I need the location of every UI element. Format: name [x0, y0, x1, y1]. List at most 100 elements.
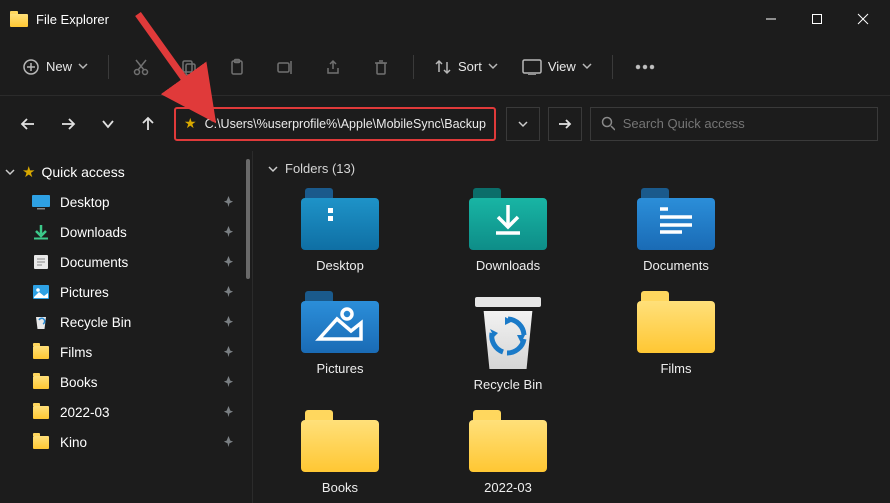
paste-button[interactable] [215, 49, 259, 85]
star-icon: ★ [184, 115, 197, 132]
pin-icon [223, 255, 234, 270]
pin-icon [223, 345, 234, 360]
sidebar-item-books[interactable]: Books [0, 367, 252, 397]
documents-icon [32, 254, 50, 270]
search-box[interactable] [590, 107, 878, 141]
chevron-down-icon [78, 58, 88, 76]
sidebar-item-label: 2022-03 [60, 405, 110, 420]
folder-icon [301, 410, 379, 472]
search-icon [601, 116, 615, 131]
content-pane: Folders (13) Desktop Downloads [253, 151, 890, 503]
folder-item-2022-03[interactable]: 2022-03 [453, 410, 563, 495]
folder-item-films[interactable]: Films [621, 291, 731, 392]
maximize-button[interactable] [794, 0, 840, 38]
pin-icon [223, 405, 234, 420]
pin-icon [223, 195, 234, 210]
divider [612, 55, 613, 79]
pictures-folder-icon [301, 291, 379, 353]
view-button[interactable]: View [512, 49, 602, 85]
sidebar-item-label: Downloads [60, 225, 127, 240]
share-button[interactable] [311, 49, 355, 85]
sidebar-item-label: Documents [60, 255, 128, 270]
folder-item-desktop[interactable]: Desktop [285, 188, 395, 273]
new-label: New [46, 59, 72, 74]
downloads-icon [32, 224, 50, 240]
recycle-icon [32, 314, 50, 330]
folder-item-documents[interactable]: Documents [621, 188, 731, 273]
item-label: Documents [643, 258, 709, 273]
sidebar-item-label: Films [60, 345, 92, 360]
up-button[interactable] [132, 108, 164, 140]
sidebar-item-kino[interactable]: Kino [0, 427, 252, 457]
item-label: 2022-03 [484, 480, 532, 495]
copy-button[interactable] [167, 49, 211, 85]
sidebar-item-2022-03[interactable]: 2022-03 [0, 397, 252, 427]
minimize-button[interactable] [748, 0, 794, 38]
chevron-down-icon [582, 58, 592, 76]
folder-item-downloads[interactable]: Downloads [453, 188, 563, 273]
recent-locations-button[interactable] [92, 108, 124, 140]
item-label: Films [660, 361, 691, 376]
address-dropdown-button[interactable] [506, 107, 540, 141]
folders-section-header[interactable]: Folders (13) [267, 161, 876, 176]
divider [413, 55, 414, 79]
sidebar-item-label: Books [60, 375, 98, 390]
folders-section-label: Folders (13) [285, 161, 355, 176]
pin-icon [223, 375, 234, 390]
divider [108, 55, 109, 79]
sidebar-item-label: Recycle Bin [60, 315, 131, 330]
chevron-down-icon [4, 166, 16, 178]
sidebar: ★ Quick access Desktop Downloads Documen… [0, 151, 253, 503]
cut-button[interactable] [119, 49, 163, 85]
downloads-folder-icon [469, 188, 547, 250]
app-folder-icon [10, 11, 28, 27]
folder-item-pictures[interactable]: Pictures [285, 291, 395, 392]
close-button[interactable] [840, 0, 886, 38]
item-label: Recycle Bin [474, 377, 543, 392]
address-path: C:\Users\%userprofile%\Apple\MobileSync\… [205, 117, 486, 131]
more-button[interactable] [623, 49, 667, 85]
desktop-icon [32, 194, 50, 210]
delete-button[interactable] [359, 49, 403, 85]
sidebar-item-downloads[interactable]: Downloads [0, 217, 252, 247]
sidebar-item-pictures[interactable]: Pictures [0, 277, 252, 307]
sidebar-item-documents[interactable]: Documents [0, 247, 252, 277]
recycle-bin-icon [469, 291, 547, 369]
folder-icon [32, 374, 50, 390]
forward-button[interactable] [52, 108, 84, 140]
address-bar[interactable]: ★ C:\Users\%userprofile%\Apple\MobileSyn… [174, 107, 496, 141]
sidebar-item-label: Desktop [60, 195, 110, 210]
sort-label: Sort [458, 59, 482, 74]
search-input[interactable] [623, 116, 867, 131]
sidebar-item-label: Pictures [60, 285, 109, 300]
chevron-down-icon [267, 163, 279, 175]
scrollbar-thumb[interactable] [246, 159, 250, 279]
sidebar-item-films[interactable]: Films [0, 337, 252, 367]
chevron-down-icon [488, 58, 498, 76]
item-label: Downloads [476, 258, 540, 273]
star-icon: ★ [22, 163, 35, 181]
desktop-folder-icon [301, 188, 379, 250]
folder-icon [469, 410, 547, 472]
pin-icon [223, 285, 234, 300]
rename-button[interactable] [263, 49, 307, 85]
item-label: Books [322, 480, 358, 495]
item-label: Pictures [317, 361, 364, 376]
sidebar-item-recycle-bin[interactable]: Recycle Bin [0, 307, 252, 337]
navbar: ★ C:\Users\%userprofile%\Apple\MobileSyn… [0, 96, 890, 151]
back-button[interactable] [12, 108, 44, 140]
new-button[interactable]: New [12, 49, 98, 85]
go-button[interactable] [548, 107, 582, 141]
folder-icon [32, 344, 50, 360]
folder-icon [32, 434, 50, 450]
folder-item-books[interactable]: Books [285, 410, 395, 495]
sidebar-item-label: Kino [60, 435, 87, 450]
window-title: File Explorer [36, 12, 109, 27]
sidebar-quick-access[interactable]: ★ Quick access [0, 157, 252, 187]
folder-item-recycle-bin[interactable]: Recycle Bin [453, 291, 563, 392]
pin-icon [223, 435, 234, 450]
sort-button[interactable]: Sort [424, 49, 508, 85]
documents-folder-icon [637, 188, 715, 250]
sidebar-item-desktop[interactable]: Desktop [0, 187, 252, 217]
folder-icon [637, 291, 715, 353]
